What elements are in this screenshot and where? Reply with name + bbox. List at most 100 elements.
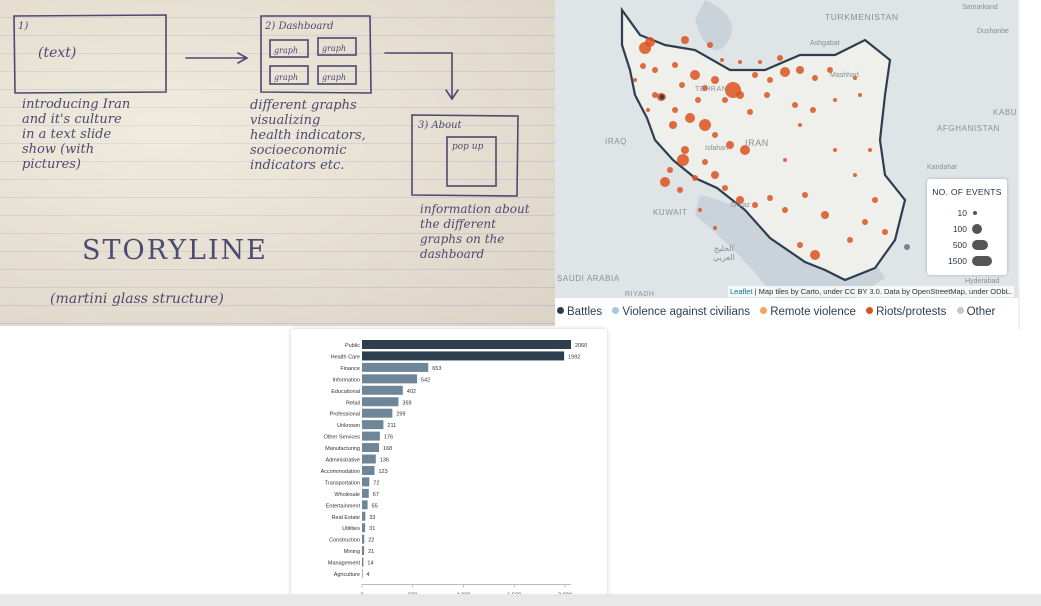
event-marker[interactable] <box>711 76 719 84</box>
event-marker[interactable] <box>692 175 698 181</box>
bar[interactable] <box>362 351 565 361</box>
event-marker[interactable] <box>639 42 651 54</box>
event-marker[interactable] <box>677 187 683 193</box>
bar[interactable] <box>362 385 403 395</box>
category-label: Public <box>345 343 360 349</box>
event-marker[interactable] <box>667 167 673 173</box>
event-marker[interactable] <box>707 42 713 48</box>
event-marker[interactable] <box>812 75 818 81</box>
event-marker[interactable] <box>810 250 820 260</box>
event-marker[interactable] <box>669 121 677 129</box>
event-marker[interactable] <box>777 55 783 61</box>
event-marker[interactable] <box>747 109 753 115</box>
event-marker[interactable] <box>802 192 808 198</box>
map-label-gulf: الخليج العربي <box>713 244 735 262</box>
bar[interactable] <box>362 362 429 372</box>
event-marker[interactable] <box>722 97 728 103</box>
event-marker[interactable] <box>713 226 717 230</box>
event-marker[interactable] <box>738 60 742 64</box>
event-marker[interactable] <box>698 208 702 212</box>
events-map[interactable]: TURKMENISTAN Samarkand Dushanbe Ashgabat… <box>555 0 1018 298</box>
event-marker[interactable] <box>796 66 804 74</box>
bar[interactable] <box>362 374 417 384</box>
bar[interactable] <box>362 420 384 430</box>
event-marker[interactable] <box>758 60 762 64</box>
bar[interactable] <box>362 488 369 498</box>
category-label: Mining <box>344 549 360 555</box>
bar[interactable] <box>362 477 370 487</box>
event-marker[interactable] <box>672 107 678 113</box>
legend-other[interactable]: Other <box>956 306 995 318</box>
category-label: Accommodation <box>321 469 360 475</box>
event-marker[interactable] <box>862 219 868 225</box>
event-marker[interactable] <box>720 58 724 62</box>
event-marker[interactable] <box>652 92 658 98</box>
bar[interactable] <box>362 443 380 453</box>
event-marker[interactable] <box>736 91 744 99</box>
event-marker[interactable] <box>868 148 872 152</box>
event-marker[interactable] <box>797 242 803 248</box>
event-marker[interactable] <box>677 154 689 166</box>
event-marker[interactable] <box>872 197 878 203</box>
bar[interactable] <box>362 397 399 407</box>
legend-riots-protests[interactable]: Riots/protests <box>866 306 946 318</box>
event-marker[interactable] <box>681 146 689 154</box>
event-marker[interactable] <box>821 211 829 219</box>
event-marker[interactable] <box>764 92 770 98</box>
legend-violence-against-civilians[interactable]: Violence against civilians <box>612 306 750 318</box>
event-marker[interactable] <box>798 123 802 127</box>
legend-battles[interactable]: Battles <box>557 306 602 318</box>
event-marker[interactable] <box>679 82 685 88</box>
event-marker[interactable] <box>782 207 788 213</box>
leaflet-link[interactable]: Leaflet <box>730 287 753 296</box>
event-marker[interactable] <box>767 195 773 201</box>
event-marker[interactable] <box>783 158 787 162</box>
event-marker[interactable] <box>658 93 666 101</box>
event-marker[interactable] <box>882 229 888 235</box>
bar[interactable] <box>362 431 380 441</box>
event-marker[interactable] <box>810 107 816 113</box>
event-marker[interactable] <box>681 36 689 44</box>
bar[interactable] <box>362 500 368 510</box>
bar[interactable] <box>362 523 366 533</box>
value-label: 168 <box>383 446 392 452</box>
legend-value: 100 <box>952 224 967 234</box>
event-marker[interactable] <box>833 148 837 152</box>
bar[interactable] <box>362 511 366 521</box>
event-marker[interactable] <box>672 62 678 68</box>
event-marker[interactable] <box>833 98 837 102</box>
event-marker[interactable] <box>752 72 758 78</box>
event-marker[interactable] <box>690 70 700 80</box>
event-marker[interactable] <box>752 202 758 208</box>
event-marker[interactable] <box>633 78 637 82</box>
event-marker[interactable] <box>853 173 857 177</box>
bar[interactable] <box>362 534 365 544</box>
value-label: 359 <box>402 400 411 406</box>
event-marker[interactable] <box>660 177 670 187</box>
event-marker[interactable] <box>767 77 773 83</box>
event-marker[interactable] <box>847 237 853 243</box>
bar[interactable] <box>362 546 365 556</box>
event-marker[interactable] <box>722 185 728 191</box>
map-label-ashgabat: Ashgabat <box>810 40 840 47</box>
bar[interactable] <box>362 569 363 578</box>
legend-remote-violence[interactable]: Remote violence <box>760 306 856 318</box>
event-marker[interactable] <box>904 244 910 250</box>
event-marker[interactable] <box>640 63 646 69</box>
bar[interactable] <box>362 465 375 475</box>
event-marker[interactable] <box>858 93 862 97</box>
event-marker[interactable] <box>711 171 719 179</box>
event-marker[interactable] <box>646 108 650 112</box>
bar[interactable] <box>362 340 571 349</box>
event-marker[interactable] <box>699 119 711 131</box>
event-marker[interactable] <box>780 67 790 77</box>
event-marker[interactable] <box>702 159 708 165</box>
bar[interactable] <box>362 557 364 567</box>
event-marker[interactable] <box>712 132 718 138</box>
event-marker[interactable] <box>652 67 658 73</box>
event-marker[interactable] <box>695 97 701 103</box>
bar[interactable] <box>362 454 376 464</box>
bar[interactable] <box>362 408 393 418</box>
event-marker[interactable] <box>685 113 695 123</box>
event-marker[interactable] <box>792 102 798 108</box>
